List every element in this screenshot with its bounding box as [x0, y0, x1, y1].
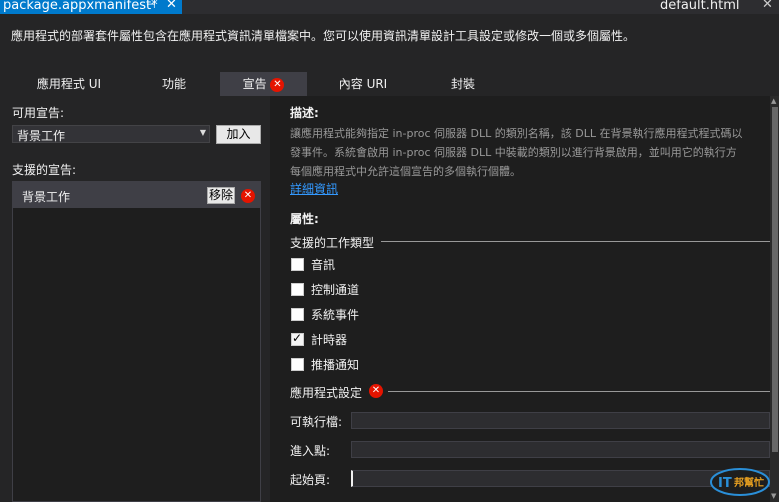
supported-declarations-label: 支援的宣告:: [12, 163, 77, 177]
app-settings-heading: 應用程式設定: [290, 386, 363, 400]
supported-declarations-list: [12, 181, 261, 502]
close-icon[interactable]: ✕: [762, 0, 773, 12]
error-icon: ✕: [369, 384, 383, 398]
svg-text:邦幫忙: 邦幫忙: [734, 476, 764, 489]
description-line: 發事件。系統會啟用 in-proc 伺服器 DLL 中裝載的類別以進行背景啟用，…: [290, 146, 737, 159]
executable-label: 可執行檔:: [290, 415, 343, 429]
start-page-label: 起始頁:: [290, 473, 331, 487]
document-tab-title: default.html: [660, 0, 740, 13]
document-tab-default-html[interactable]: default.html ✕: [648, 0, 779, 14]
description-heading: 描述:: [290, 106, 319, 120]
list-item-label: 背景工作: [22, 190, 71, 204]
start-page-field[interactable]: [351, 470, 770, 487]
checkbox-label: 音訊: [311, 258, 336, 272]
close-icon[interactable]: ✕: [166, 0, 177, 12]
checkbox-label: 計時器: [311, 333, 348, 347]
info-text: 應用程式的部署套件屬性包含在應用程式資訊清單檔案中。您可以使用資訊清單設計工具設…: [11, 29, 636, 43]
group-divider: [381, 241, 770, 242]
error-icon: ✕: [270, 77, 285, 92]
scroll-up-icon[interactable]: ▲: [771, 97, 776, 105]
entry-point-field[interactable]: [351, 441, 770, 458]
watermark-logo: IT 邦幫忙: [710, 468, 770, 496]
description-line: 每個應用程式中允許這個宣告的多個執行個體。: [290, 165, 521, 178]
scroll-down-icon[interactable]: ▼: [771, 492, 776, 500]
remove-button[interactable]: 移除: [207, 187, 235, 204]
add-button[interactable]: 加入: [216, 125, 261, 144]
checkbox-push-notification[interactable]: [291, 358, 304, 371]
tab-label: 功能: [161, 77, 186, 91]
scrollbar-thumb[interactable]: [772, 107, 778, 452]
properties-heading: 屬性:: [290, 212, 319, 226]
description-line: 讓應用程式能夠指定 in-proc 伺服器 DLL 的類別名稱，該 DLL 在背…: [290, 127, 743, 140]
executable-field[interactable]: [351, 412, 770, 429]
error-icon: ✕: [241, 189, 255, 203]
available-declarations-select[interactable]: 背景工作 ▼: [12, 125, 210, 143]
checkbox-label: 控制通道: [311, 283, 360, 297]
checkmark-icon: ✓: [292, 331, 303, 345]
svg-text:IT: IT: [718, 476, 732, 491]
more-info-link[interactable]: 詳細資訊: [290, 180, 338, 197]
group-divider: [388, 391, 770, 392]
checkbox-system-event[interactable]: [291, 308, 304, 321]
tab-label: 應用程式 UI: [36, 77, 102, 91]
tab-declarations[interactable]: 宣告 ✕: [220, 72, 307, 96]
checkbox-audio[interactable]: [291, 258, 304, 271]
tab-label: 宣告: [242, 77, 267, 91]
select-value: 背景工作: [17, 129, 66, 143]
tab-label: 封裝: [450, 77, 475, 91]
description-text: 讓應用程式能夠指定 in-proc 伺服器 DLL 的類別名稱，該 DLL 在背…: [290, 124, 765, 181]
available-declarations-label: 可用宣告:: [12, 106, 65, 120]
tab-application-ui[interactable]: 應用程式 UI: [14, 72, 124, 96]
pin-icon[interactable]: ⊣: [146, 0, 156, 11]
task-types-heading: 支援的工作類型: [290, 236, 375, 250]
tab-packaging[interactable]: 封裝: [418, 72, 508, 96]
tab-label: 內容 URI: [338, 77, 388, 91]
document-tab-package-manifest[interactable]: package.appxmanifest* ⊣ ✕: [0, 0, 182, 14]
entry-point-label: 進入點:: [290, 444, 331, 458]
checkbox-label: 系統事件: [311, 308, 360, 322]
tab-capabilities[interactable]: 功能: [124, 72, 224, 96]
checkbox-timer[interactable]: ✓: [291, 331, 304, 346]
checkbox-label: 推播通知: [311, 358, 360, 372]
checkbox-control-channel[interactable]: [291, 283, 304, 296]
tab-content-uris[interactable]: 內容 URI: [318, 72, 408, 96]
chevron-down-icon: ▼: [199, 128, 206, 137]
document-tab-title: package.appxmanifest*: [3, 0, 158, 13]
